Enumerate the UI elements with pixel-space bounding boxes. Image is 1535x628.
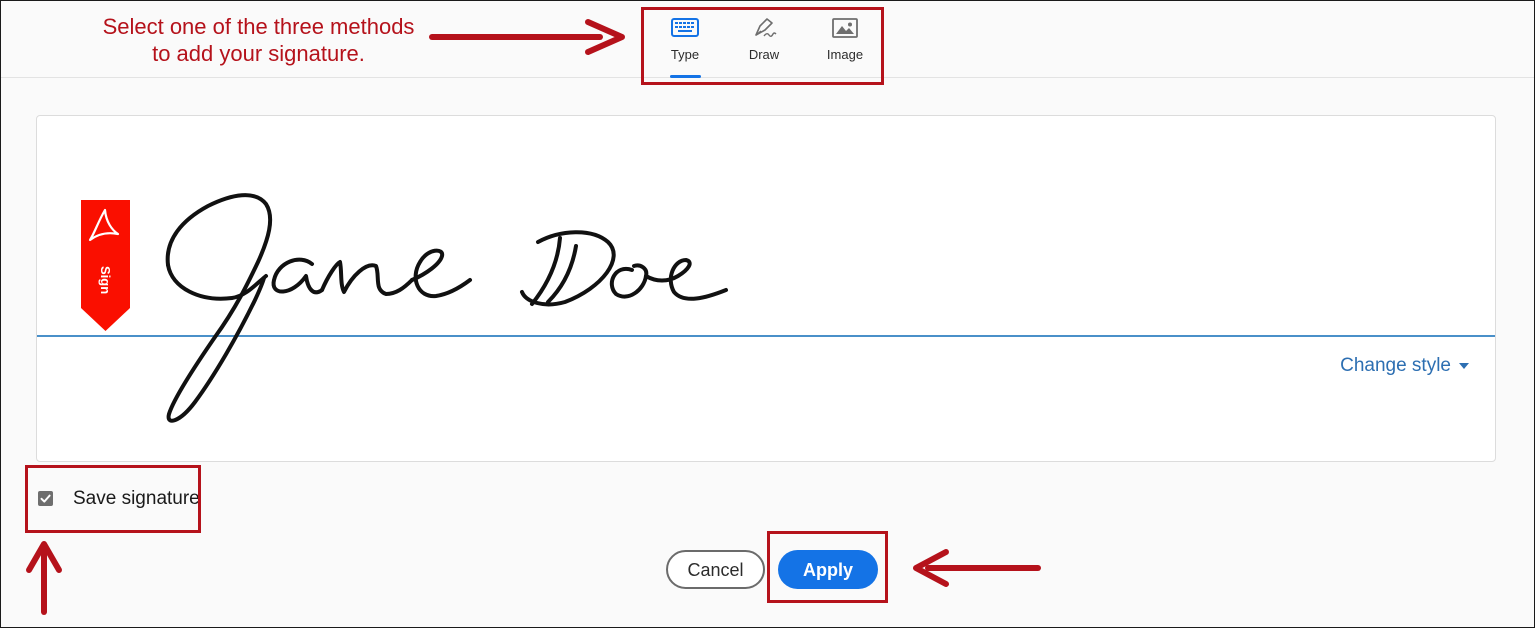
sign-here-flag: Sign	[81, 200, 130, 331]
change-style-label: Change style	[1340, 355, 1451, 376]
sign-flag-label: Sign	[98, 266, 113, 294]
highlight-box-tabs	[641, 7, 884, 85]
arrow-left-to-apply	[913, 549, 1041, 587]
cancel-button[interactable]: Cancel	[666, 550, 765, 589]
change-style-dropdown[interactable]: Change style	[1340, 355, 1469, 377]
highlight-box-save	[25, 465, 201, 533]
signature-drawing	[165, 193, 728, 423]
arrow-up-to-save	[26, 541, 62, 615]
chevron-down-icon	[1459, 362, 1469, 369]
annotation-line-2: to add your signature.	[152, 41, 365, 66]
highlight-box-apply	[767, 531, 888, 603]
annotation-line-1: Select one of the three methods	[102, 14, 415, 39]
annotation-text: Select one of the three methods to add y…	[71, 13, 446, 67]
arrow-right-to-tabs	[429, 19, 625, 55]
